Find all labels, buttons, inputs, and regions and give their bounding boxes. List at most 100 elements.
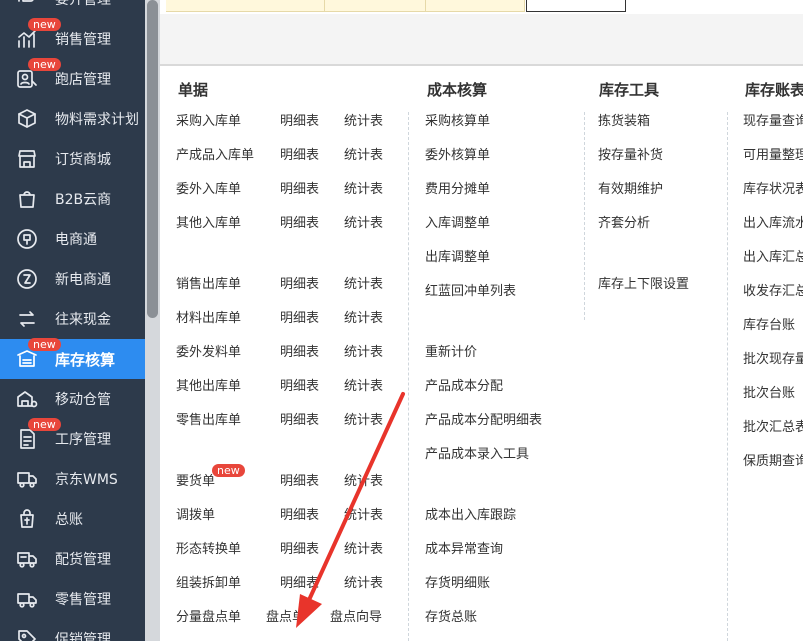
inventory-report-link[interactable]: 批次现存量 — [743, 352, 803, 368]
detail-report-link[interactable]: 明细表 — [280, 413, 319, 429]
sidebar-item-label: 配货管理 — [55, 552, 111, 568]
sidebar-item[interactable]: 京东WMS — [0, 459, 145, 499]
inventory-report-link[interactable]: 可用量整理 — [743, 148, 803, 164]
inventory-report-link[interactable]: 出入库汇总 — [743, 250, 803, 266]
sidebar-item[interactable]: 促销管理 — [0, 619, 145, 641]
detail-report-link[interactable]: 明细表 — [280, 114, 319, 130]
cost-link[interactable]: 红蓝回冲单列表 — [425, 284, 516, 300]
document-link[interactable]: 其他出库单 — [176, 379, 241, 395]
inventory-report-link[interactable]: 库存台账 — [743, 318, 795, 334]
document-link[interactable]: 形态转换单 — [176, 542, 241, 558]
detail-report-link[interactable]: 明细表 — [280, 542, 319, 558]
sidebar-item[interactable]: 往来现金 — [0, 299, 145, 339]
cost-link[interactable]: 采购核算单 — [425, 114, 490, 130]
detail-report-link[interactable]: 明细表 — [280, 216, 319, 232]
document-link[interactable]: 调拨单 — [176, 508, 215, 524]
detail-report-link[interactable]: 明细表 — [280, 576, 319, 592]
statistics-report-link[interactable]: 统计表 — [344, 379, 383, 395]
sidebar-item[interactable]: 物料需求计划 — [0, 99, 145, 139]
sidebar-item[interactable]: 库存核算 new — [0, 338, 145, 379]
detail-report-link[interactable]: 明细表 — [280, 474, 319, 490]
cost-link[interactable]: 重新计价 — [425, 345, 477, 361]
statistics-report-link[interactable]: 统计表 — [344, 542, 383, 558]
storefront-icon — [12, 147, 42, 171]
detail-report-link[interactable]: 盘点单 — [266, 610, 305, 626]
detail-report-link[interactable]: 明细表 — [280, 311, 319, 327]
cost-link[interactable]: 费用分摊单 — [425, 182, 490, 198]
inventory-report-link[interactable]: 收发存汇总 — [743, 284, 803, 300]
statistics-report-link[interactable]: 盘点向导 — [330, 610, 382, 626]
cost-link[interactable]: 成本出入库跟踪 — [425, 508, 516, 524]
cost-link[interactable]: 产品成本分配明细表 — [425, 413, 542, 429]
cost-link[interactable]: 存货明细账 — [425, 576, 490, 592]
cost-link[interactable]: 产品成本分配 — [425, 379, 503, 395]
truck-icon — [12, 467, 42, 491]
sidebar-item[interactable]: 新电商通 — [0, 259, 145, 299]
sidebar-item[interactable]: 跑店管理 new — [0, 58, 145, 99]
document-link[interactable]: 产成品入库单 — [176, 148, 254, 164]
statistics-report-link[interactable]: 统计表 — [344, 508, 383, 524]
document-link[interactable]: 委外发料单 — [176, 345, 241, 361]
document-link[interactable]: 零售出库单 — [176, 413, 241, 429]
statistics-report-link[interactable]: 统计表 — [344, 576, 383, 592]
sidebar-item[interactable]: 工序管理 new — [0, 418, 145, 459]
inventory-tool-link[interactable]: 有效期维护 — [598, 182, 663, 198]
inventory-report-link[interactable]: 库存状况表 — [743, 182, 803, 198]
sidebar-item[interactable]: 零售管理 — [0, 579, 145, 619]
statistics-report-link[interactable]: 统计表 — [344, 114, 383, 130]
document-link[interactable]: 分量盘点单 — [176, 610, 241, 626]
sidebar-item-label: 零售管理 — [55, 592, 111, 608]
inventory-report-link[interactable]: 现存量查询 — [743, 114, 803, 130]
detail-report-link[interactable]: 明细表 — [280, 182, 319, 198]
inventory-report-link[interactable]: 批次汇总表 — [743, 420, 803, 436]
sidebar-item[interactable]: 销售管理 new — [0, 18, 145, 59]
sidebar-item[interactable]: 电商通 — [0, 219, 145, 259]
sidebar-item[interactable]: B2B云商 — [0, 179, 145, 219]
detail-report-link[interactable]: 明细表 — [280, 345, 319, 361]
statistics-report-link[interactable]: 统计表 — [344, 216, 383, 232]
statistics-report-link[interactable]: 统计表 — [344, 345, 383, 361]
sidebar-item[interactable]: 配货管理 — [0, 539, 145, 579]
sidebar-item[interactable]: 订货商城 — [0, 139, 145, 179]
cost-link[interactable]: 入库调整单 — [425, 216, 490, 232]
document-link[interactable]: 采购入库单 — [176, 114, 241, 130]
statistics-report-link[interactable]: 统计表 — [344, 277, 383, 293]
document-link[interactable]: 组装拆卸单 — [176, 576, 241, 592]
detail-report-link[interactable]: 明细表 — [280, 148, 319, 164]
form-cell — [426, 0, 525, 12]
cost-link[interactable]: 存货总账 — [425, 610, 477, 626]
statistics-report-link[interactable]: 统计表 — [344, 148, 383, 164]
document-link[interactable]: 销售出库单 — [176, 277, 241, 293]
detail-report-link[interactable]: 明细表 — [280, 277, 319, 293]
statistics-report-link[interactable]: 统计表 — [344, 474, 383, 490]
sidebar-item-label: 总账 — [55, 512, 83, 528]
detail-report-link[interactable]: 明细表 — [280, 508, 319, 524]
cost-link[interactable]: 委外核算单 — [425, 148, 490, 164]
cost-link[interactable]: 产品成本录入工具 — [425, 447, 529, 463]
shopping-bag-icon — [12, 187, 42, 211]
statistics-report-link[interactable]: 统计表 — [344, 182, 383, 198]
document-link[interactable]: 要货单 — [176, 474, 215, 490]
statistics-report-link[interactable]: 统计表 — [344, 413, 383, 429]
sidebar-item[interactable]: 要介管理 — [0, 0, 145, 19]
cost-link[interactable]: 出库调整单 — [425, 250, 490, 266]
sidebar-item-label: 往来现金 — [55, 312, 111, 328]
inventory-tool-link[interactable]: 齐套分析 — [598, 216, 650, 232]
document-link[interactable]: 其他入库单 — [176, 216, 241, 232]
inventory-report-link[interactable]: 批次台账 — [743, 386, 795, 402]
sidebar-item[interactable]: 移动仓管 — [0, 379, 145, 419]
document-link[interactable]: 委外入库单 — [176, 182, 241, 198]
sidebar-scrollbar-thumb[interactable] — [147, 0, 158, 318]
sidebar-item[interactable]: 总账 — [0, 499, 145, 539]
detail-report-link[interactable]: 明细表 — [280, 379, 319, 395]
inventory-tool-link[interactable]: 库存上下限设置 — [598, 277, 689, 293]
new-badge: new — [28, 18, 61, 31]
statistics-report-link[interactable]: 统计表 — [344, 311, 383, 327]
document-link[interactable]: 材料出库单 — [176, 311, 241, 327]
inventory-tool-link[interactable]: 按存量补货 — [598, 148, 663, 164]
inventory-report-link[interactable]: 保质期查询 — [743, 454, 803, 470]
cost-link[interactable]: 成本异常查询 — [425, 542, 503, 558]
inventory-report-link[interactable]: 出入库流水 — [743, 216, 803, 232]
inventory-tool-link[interactable]: 拣货装箱 — [598, 114, 650, 130]
confirm-button[interactable] — [526, 0, 626, 12]
